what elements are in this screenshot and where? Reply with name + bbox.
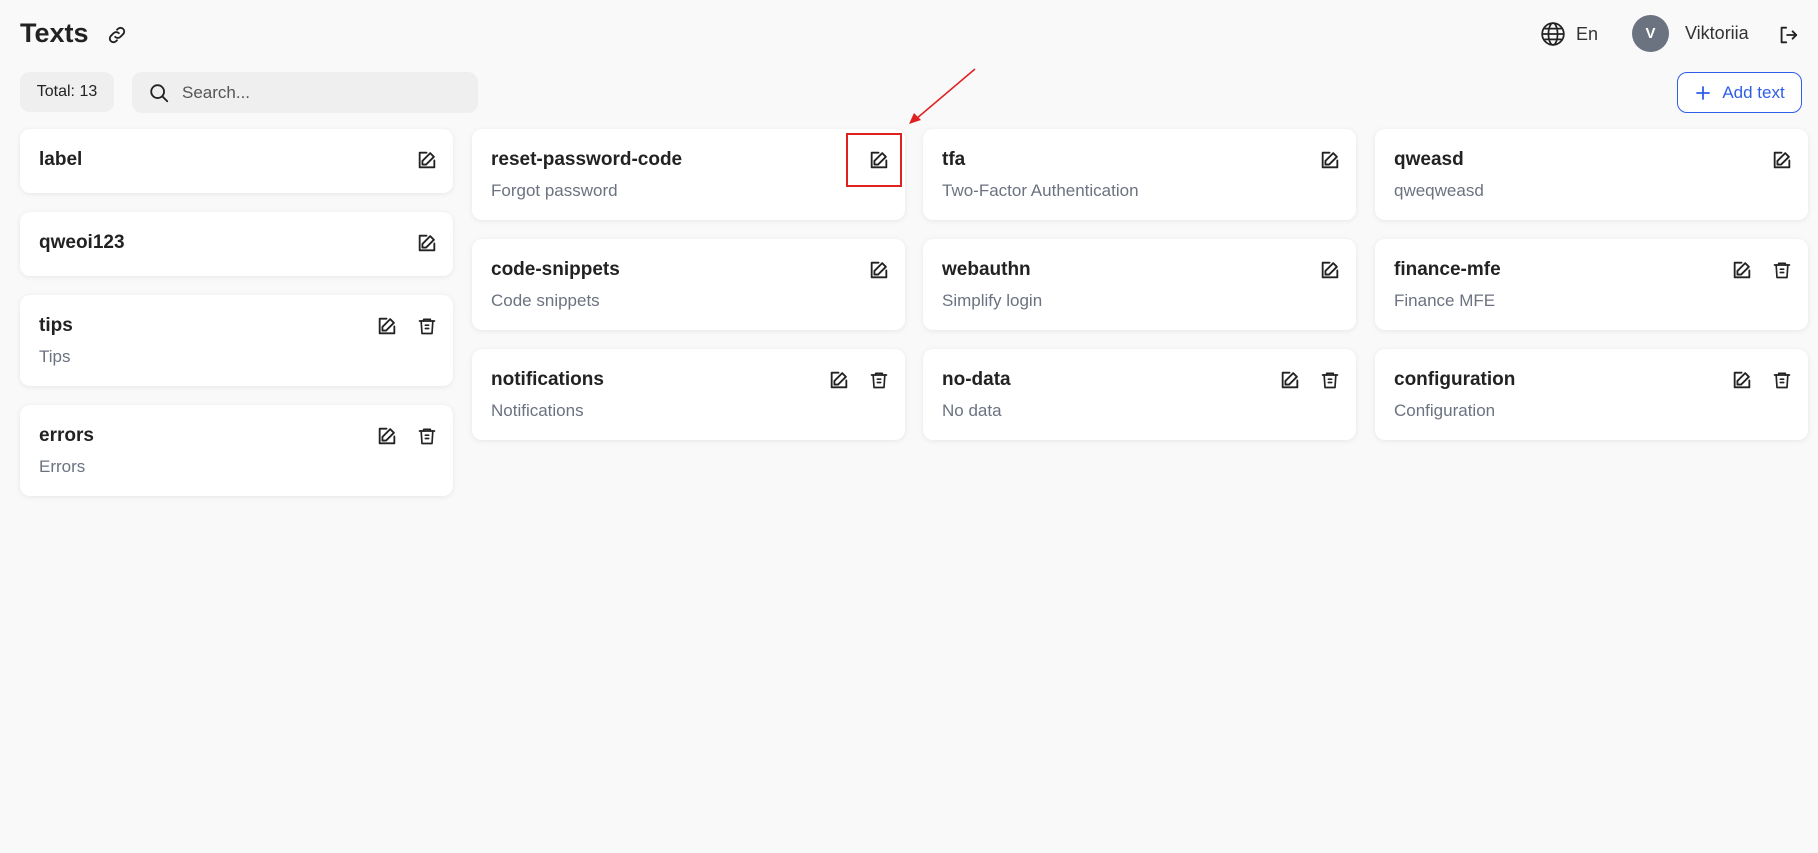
- card-title: errors: [39, 425, 94, 446]
- trash-icon: [417, 316, 437, 336]
- edit-button[interactable]: [373, 422, 401, 450]
- edit-button[interactable]: [413, 146, 441, 174]
- edit-button[interactable]: [1316, 256, 1344, 284]
- copy-link-button[interactable]: [104, 22, 130, 48]
- edit-button[interactable]: [413, 229, 441, 257]
- card-subtitle: Finance MFE: [1394, 291, 1496, 310]
- card-subtitle: Two-Factor Authentication: [942, 181, 1139, 200]
- card-title: webauthn: [942, 259, 1031, 280]
- edit-icon: [1731, 259, 1753, 281]
- edit-button[interactable]: [1728, 366, 1756, 394]
- card-title: reset-password-code: [491, 149, 683, 170]
- link-icon: [106, 24, 128, 46]
- add-text-button[interactable]: Add text: [1677, 72, 1802, 113]
- card-subtitle: Configuration: [1394, 401, 1496, 420]
- delete-button[interactable]: [865, 366, 893, 394]
- language-selector[interactable]: En: [1540, 19, 1598, 49]
- card-title: finance-mfe: [1394, 259, 1501, 280]
- edit-button[interactable]: [1768, 146, 1796, 174]
- card-subtitle: Forgot password: [491, 181, 618, 200]
- annotation-arrow: [909, 68, 976, 124]
- text-card[interactable]: qweasd qweqweasd: [1375, 129, 1808, 220]
- edit-button[interactable]: [1276, 366, 1304, 394]
- plus-icon: [1694, 84, 1712, 102]
- delete-button[interactable]: [1768, 256, 1796, 284]
- text-card[interactable]: label: [20, 129, 453, 193]
- card-title: no-data: [942, 369, 1011, 390]
- card-title: tfa: [942, 149, 966, 170]
- language-label: En: [1576, 23, 1599, 44]
- card-subtitle: Simplify login: [942, 291, 1043, 310]
- logout-icon: [1777, 24, 1799, 46]
- edit-icon: [376, 315, 398, 337]
- text-card[interactable]: no-data No data: [923, 349, 1356, 440]
- delete-button[interactable]: [1768, 366, 1796, 394]
- add-text-label: Add text: [1722, 82, 1785, 102]
- edit-icon: [1771, 149, 1793, 171]
- text-card[interactable]: qweoi123: [20, 212, 453, 276]
- edit-icon: [1319, 149, 1341, 171]
- text-card[interactable]: finance-mfe Finance MFE: [1375, 239, 1808, 330]
- text-card[interactable]: tfa Two-Factor Authentication: [923, 129, 1356, 220]
- edit-icon: [1731, 369, 1753, 391]
- text-card[interactable]: errors Errors: [20, 405, 453, 496]
- edit-icon: [868, 259, 890, 281]
- total-count-badge: Total: 13: [20, 72, 114, 112]
- edit-button[interactable]: [825, 366, 853, 394]
- delete-button[interactable]: [413, 422, 441, 450]
- avatar[interactable]: V: [1632, 15, 1669, 52]
- delete-button[interactable]: [413, 312, 441, 340]
- card-subtitle: Code snippets: [491, 291, 600, 310]
- edit-icon: [416, 232, 438, 254]
- text-card[interactable]: tips Tips: [20, 295, 453, 386]
- card-title: code-snippets: [491, 259, 620, 280]
- edit-button[interactable]: [865, 256, 893, 284]
- header: Texts En V Viktoriia: [0, 0, 1818, 68]
- logout-button[interactable]: [1774, 21, 1802, 49]
- card-title: qweoi123: [39, 232, 125, 253]
- card-title: notifications: [491, 369, 604, 390]
- user-name[interactable]: Viktoriia: [1685, 23, 1749, 44]
- card-subtitle: Errors: [39, 457, 86, 476]
- card-title: label: [39, 149, 83, 170]
- edit-icon: [828, 369, 850, 391]
- page-title: Texts: [20, 18, 89, 48]
- edit-button[interactable]: [1316, 146, 1344, 174]
- trash-icon: [417, 426, 437, 446]
- trash-icon: [869, 370, 889, 390]
- text-card[interactable]: reset-password-code Forgot password: [472, 129, 905, 220]
- annotation-highlight-box: [846, 133, 902, 187]
- text-card[interactable]: notifications Notifications: [472, 349, 905, 440]
- edit-icon: [1319, 259, 1341, 281]
- edit-icon: [1279, 369, 1301, 391]
- delete-button[interactable]: [1316, 366, 1344, 394]
- edit-icon: [416, 149, 438, 171]
- search-icon: [148, 82, 170, 104]
- text-card[interactable]: code-snippets Code snippets: [472, 239, 905, 330]
- card-subtitle: qweqweasd: [1394, 181, 1484, 200]
- search-input[interactable]: [182, 82, 462, 103]
- card-title: configuration: [1394, 369, 1516, 390]
- card-subtitle: Notifications: [491, 401, 584, 420]
- text-card[interactable]: webauthn Simplify login: [923, 239, 1356, 330]
- edit-button[interactable]: [1728, 256, 1756, 284]
- card-subtitle: Tips: [39, 347, 71, 366]
- search-box[interactable]: [132, 72, 478, 113]
- edit-button[interactable]: [373, 312, 401, 340]
- trash-icon: [1772, 370, 1792, 390]
- card-title: tips: [39, 315, 73, 336]
- globe-icon: [1540, 21, 1566, 47]
- text-card[interactable]: configuration Configuration: [1375, 349, 1808, 440]
- card-title: qweasd: [1394, 149, 1464, 170]
- trash-icon: [1320, 370, 1340, 390]
- edit-icon: [376, 425, 398, 447]
- card-subtitle: No data: [942, 401, 1002, 420]
- trash-icon: [1772, 260, 1792, 280]
